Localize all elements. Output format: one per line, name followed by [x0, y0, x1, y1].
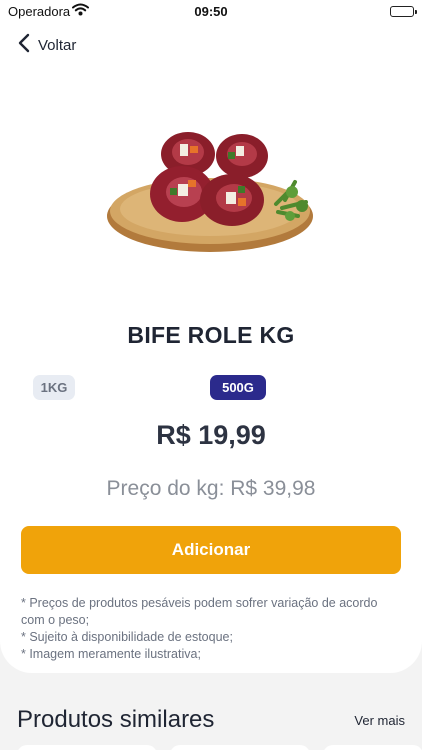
product-image [100, 112, 320, 262]
similar-products-title: Produtos similares [17, 706, 215, 733]
note-illustrative-image: * Imagem meramente ilustrativa; [21, 647, 201, 661]
chevron-left-icon [18, 33, 30, 58]
battery-icon [390, 6, 417, 17]
back-button[interactable]: Voltar [18, 32, 76, 58]
product-title: BIFE ROLE KG [127, 322, 295, 348]
status-bar: Operadora 09:50 [0, 0, 422, 22]
similar-product-card[interactable] [170, 745, 310, 750]
add-button-label: Adicionar [171, 540, 251, 559]
price-per-kg: Preço do kg: R$ 39,98 [106, 477, 316, 500]
weight-option-500g[interactable]: 500G [210, 375, 266, 400]
note-weight-variation: * Preços de produtos pesáveis podem sofr… [21, 596, 378, 627]
status-time: 09:50 [194, 4, 228, 19]
add-to-cart-button[interactable]: Adicionar [21, 526, 401, 574]
similar-product-card[interactable] [323, 745, 422, 750]
similar-product-card[interactable] [17, 745, 157, 750]
note-stock-availability: * Sujeito à disponibilidade de estoque; [21, 630, 233, 644]
see-more-link[interactable]: Ver mais [354, 713, 405, 728]
product-price: R$ 19,99 [156, 420, 266, 450]
product-notes: * Preços de produtos pesáveis podem sofr… [21, 595, 381, 663]
weight-option-1kg[interactable]: 1KG [33, 375, 75, 400]
back-label: Voltar [38, 36, 77, 54]
